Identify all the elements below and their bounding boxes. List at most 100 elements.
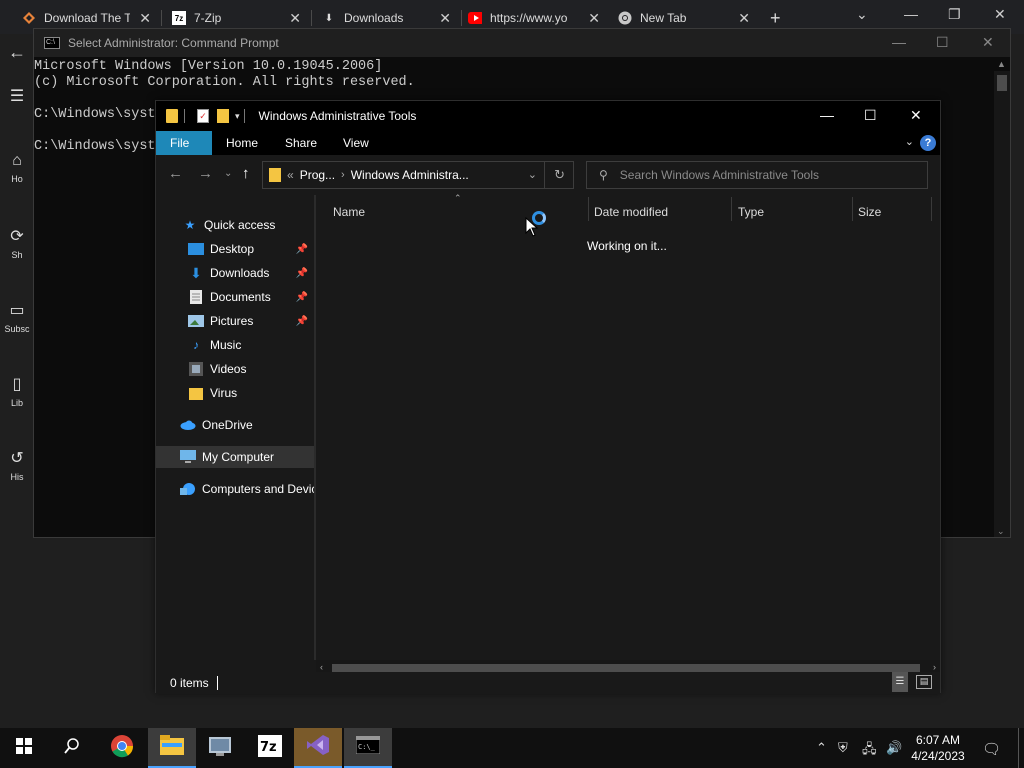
close-icon[interactable]: ✕ (139, 10, 151, 27)
close-icon[interactable]: ✕ (738, 10, 750, 27)
taskbar-app-7zip[interactable]: 7z (246, 728, 294, 768)
column-separator[interactable] (731, 197, 732, 221)
column-separator[interactable] (852, 197, 853, 221)
up-arrow-icon[interactable]: ↑ (242, 165, 250, 182)
file-explorer-window[interactable]: ✓ ▾ Windows Administrative Tools — ☐ ✕ F… (155, 100, 941, 694)
library-icon: ▯ (12, 376, 22, 393)
column-header-size[interactable]: Size (858, 205, 881, 219)
chevron-down-icon[interactable]: ▾ (235, 111, 240, 122)
nav-item-downloads[interactable]: ⬇ Downloads 📌 (156, 262, 314, 284)
scroll-up-icon[interactable]: ▲ (997, 59, 1006, 69)
taskbar-app-file-explorer[interactable] (148, 728, 196, 768)
explorer-title-bar[interactable]: ✓ ▾ Windows Administrative Tools — ☐ ✕ (156, 101, 940, 131)
breadcrumb-segment[interactable]: Prog... (300, 168, 335, 182)
nav-item-desktop[interactable]: Desktop 📌 (156, 238, 314, 260)
scroll-down-icon[interactable]: ⌄ (997, 526, 1005, 537)
nav-item-quick-access[interactable]: ★ Quick access (156, 214, 314, 236)
chevron-up-icon[interactable]: ⌃ (816, 740, 827, 756)
security-icon[interactable]: ⛨ (838, 740, 848, 756)
minimize-icon[interactable]: — (820, 107, 834, 123)
rail-item-library[interactable]: ▯ Lib (0, 374, 34, 408)
column-header-date-modified[interactable]: Date modified (594, 205, 668, 219)
column-header-type[interactable]: Type (738, 205, 764, 219)
back-arrow-icon[interactable]: ← (168, 165, 183, 182)
nav-item-onedrive[interactable]: OneDrive (156, 414, 314, 436)
explorer-title: Windows Administrative Tools (258, 109, 417, 123)
close-icon[interactable]: ✕ (439, 10, 451, 27)
help-icon[interactable]: ? (920, 135, 936, 151)
nav-item-music[interactable]: ♪ Music (156, 334, 314, 356)
show-desktop-button[interactable] (1018, 728, 1019, 768)
column-header-name[interactable]: Name (333, 205, 365, 219)
notifications-icon[interactable]: 🗨 (982, 740, 1001, 758)
breadcrumb-segment[interactable]: Windows Administra... (351, 168, 469, 182)
nav-item-virus[interactable]: Virus (156, 382, 314, 404)
details-view-icon[interactable]: ☰ (892, 672, 908, 692)
search-box[interactable]: ⚲ Search Windows Administrative Tools (586, 161, 928, 189)
navigation-pane[interactable]: ★ Quick access Desktop 📌 ⬇ Downloads 📌 D… (156, 195, 314, 660)
menu-icon[interactable]: ☰ (0, 86, 34, 106)
column-separator[interactable] (931, 197, 932, 221)
refresh-icon[interactable]: ↻ (554, 167, 565, 183)
nav-item-videos[interactable]: Videos (156, 358, 314, 380)
pin-icon[interactable]: 📌 (296, 244, 308, 255)
rail-item-shorts[interactable]: ⟳ Sh (0, 226, 34, 260)
column-separator[interactable] (588, 197, 589, 221)
scroll-thumb[interactable] (997, 75, 1007, 91)
tab-search-icon[interactable]: ⌄ (856, 6, 868, 23)
close-icon[interactable]: ✕ (994, 6, 1006, 23)
close-icon[interactable]: ✕ (910, 107, 922, 124)
restore-icon[interactable]: ❐ (948, 6, 961, 23)
tab-file[interactable]: File (156, 131, 212, 155)
rail-item-subscriptions[interactable]: ▭ Subsc (0, 300, 34, 334)
minimize-icon[interactable]: — (904, 6, 918, 22)
network-icon[interactable]: 🖧 (862, 740, 877, 762)
pin-icon[interactable]: 📌 (296, 268, 308, 279)
new-folder-icon[interactable] (217, 109, 229, 123)
maximize-icon[interactable]: ☐ (864, 107, 877, 124)
rail-item-history[interactable]: ↺ His (0, 448, 34, 482)
close-icon[interactable]: ✕ (588, 10, 600, 27)
nav-item-my-computer[interactable]: My Computer (156, 446, 314, 468)
pin-icon[interactable]: 📌 (296, 292, 308, 303)
recent-locations-icon[interactable]: ⌄ (224, 168, 232, 179)
forward-arrow-icon[interactable]: → (198, 165, 213, 182)
properties-icon[interactable]: ✓ (197, 109, 209, 123)
address-overflow[interactable]: « (287, 168, 294, 182)
minimize-icon[interactable]: — (892, 34, 906, 50)
close-icon[interactable]: ✕ (982, 34, 994, 51)
scroll-left-icon[interactable]: ‹ (320, 662, 323, 672)
tab-view[interactable]: View (329, 131, 383, 155)
cmd-title-bar[interactable]: C:\ Select Administrator: Command Prompt… (34, 29, 1010, 57)
nav-item-computers-and-devices[interactable]: Computers and Devices (156, 478, 314, 500)
taskbar-app-command-prompt[interactable]: C:\_ (344, 728, 392, 768)
back-arrow-icon[interactable]: ← (0, 42, 34, 63)
taskbar-app-chrome[interactable] (98, 728, 146, 768)
loading-text: Working on it... (587, 239, 667, 253)
cmd-scrollbar[interactable]: ▲ ⌄ (994, 59, 1010, 537)
tab-home[interactable]: Home (212, 131, 272, 155)
chevron-down-icon[interactable]: ⌄ (528, 168, 537, 181)
scroll-right-icon[interactable]: › (933, 662, 936, 672)
volume-icon[interactable]: 🔊 (886, 740, 902, 756)
taskbar-app-visual-studio[interactable] (294, 728, 342, 768)
music-icon: ♪ (193, 338, 199, 352)
close-icon[interactable]: ✕ (289, 10, 301, 27)
clock[interactable]: 6:07 AM 4/24/2023 (906, 732, 970, 764)
maximize-icon[interactable]: ☐ (936, 34, 949, 51)
start-button[interactable] (0, 728, 48, 768)
taskbar-app-control-panel[interactable] (196, 728, 244, 768)
chevron-right-icon[interactable]: › (341, 169, 345, 181)
search-button[interactable] (48, 728, 96, 768)
pin-icon[interactable]: 📌 (296, 316, 308, 327)
tab-share[interactable]: Share (271, 131, 331, 155)
rail-item-home[interactable]: ⌂ Ho (0, 152, 34, 184)
large-icons-view-icon[interactable]: ▤ (916, 675, 932, 689)
address-bar[interactable]: « Prog... › Windows Administra... ⌄ ↻ (262, 161, 574, 189)
windows-logo-icon (16, 737, 32, 759)
search-placeholder: Search Windows Administrative Tools (619, 168, 819, 182)
nav-item-pictures[interactable]: Pictures 📌 (156, 310, 314, 332)
file-list[interactable]: ⌃ Name Date modified Type Size Working o… (316, 193, 940, 660)
nav-item-documents[interactable]: Documents 📌 (156, 286, 314, 308)
chevron-down-icon[interactable]: ⌄ (905, 135, 914, 148)
